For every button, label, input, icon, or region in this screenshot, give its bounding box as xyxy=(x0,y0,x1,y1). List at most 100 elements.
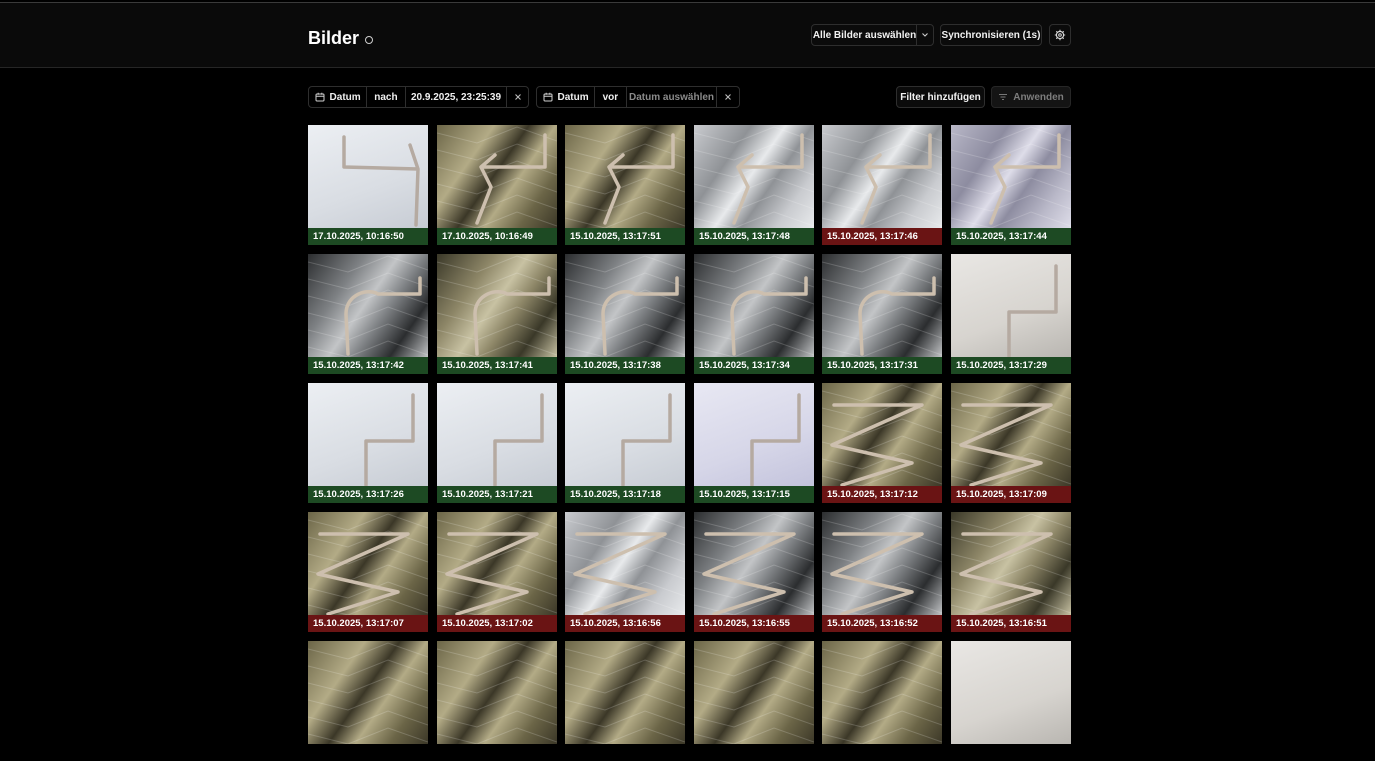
image-timestamp-label: 15.10.2025, 13:17:44 xyxy=(951,228,1071,245)
image-card[interactable]: 15.10.2025, 13:16:56 xyxy=(565,512,685,632)
image-thumbnail[interactable] xyxy=(822,125,942,228)
image-thumbnail[interactable] xyxy=(308,383,428,486)
chevron-down-icon[interactable] xyxy=(920,29,930,41)
select-all-label: Alle Bilder auswählen xyxy=(812,29,917,41)
image-card[interactable]: 15.10.2025, 13:17:38 xyxy=(565,254,685,374)
foil-crease xyxy=(437,710,557,728)
filter-operator-selector[interactable]: nach xyxy=(367,87,406,107)
close-icon xyxy=(725,94,732,100)
image-thumbnail[interactable] xyxy=(694,383,814,486)
image-thumbnail[interactable] xyxy=(822,512,942,615)
foil-crease xyxy=(565,659,685,677)
image-thumbnail[interactable] xyxy=(565,383,685,486)
calendar-icon xyxy=(315,92,325,102)
image-thumbnail[interactable] xyxy=(694,125,814,228)
image-card[interactable] xyxy=(822,641,942,761)
image-thumbnail[interactable] xyxy=(694,512,814,615)
foil-crease xyxy=(565,727,685,744)
image-thumbnail[interactable] xyxy=(951,641,1071,744)
filter-date-picker[interactable]: Datum auswählen xyxy=(627,87,718,107)
thumbnail-graphic xyxy=(822,384,942,486)
add-filter-button[interactable]: Filter hinzufügen xyxy=(896,86,985,108)
foil-crease xyxy=(822,435,942,453)
image-card[interactable]: 15.10.2025, 13:17:18 xyxy=(565,383,685,503)
image-card[interactable]: 15.10.2025, 13:17:31 xyxy=(822,254,942,374)
image-card[interactable]: 15.10.2025, 13:17:02 xyxy=(437,512,557,632)
image-card[interactable]: 15.10.2025, 13:17:46 xyxy=(822,125,942,245)
image-thumbnail[interactable] xyxy=(565,254,685,357)
image-thumbnail[interactable] xyxy=(565,641,685,744)
remove-filter-button[interactable] xyxy=(717,87,739,107)
foil-crease xyxy=(437,727,557,744)
thumbnail-graphic xyxy=(694,642,814,744)
thumbnail-graphic xyxy=(308,642,428,744)
image-thumbnail[interactable] xyxy=(565,512,685,615)
image-thumbnail[interactable] xyxy=(951,512,1071,615)
image-thumbnail[interactable] xyxy=(308,512,428,615)
image-card[interactable] xyxy=(308,641,428,761)
image-thumbnail[interactable] xyxy=(822,383,942,486)
image-card[interactable]: 15.10.2025, 13:16:52 xyxy=(822,512,942,632)
image-card[interactable] xyxy=(694,641,814,761)
sync-button[interactable]: Synchronisieren (1s) xyxy=(940,24,1042,46)
image-thumbnail[interactable] xyxy=(308,125,428,228)
foil-crease xyxy=(694,659,814,677)
image-card[interactable]: 15.10.2025, 13:17:15 xyxy=(694,383,814,503)
apply-filters-button[interactable]: Anwenden xyxy=(991,86,1071,108)
drawn-stroke xyxy=(959,532,1053,615)
image-card[interactable]: 17.10.2025, 10:16:49 xyxy=(437,125,557,245)
image-card[interactable]: 15.10.2025, 13:17:48 xyxy=(694,125,814,245)
drawn-stroke xyxy=(830,532,924,615)
image-thumbnail[interactable] xyxy=(822,641,942,744)
image-thumbnail[interactable] xyxy=(694,641,814,744)
filter-operator-label: nach xyxy=(374,91,398,103)
image-thumbnail[interactable] xyxy=(951,383,1071,486)
image-thumbnail[interactable] xyxy=(822,254,942,357)
image-thumbnail[interactable] xyxy=(308,254,428,357)
select-all-button[interactable]: Alle Bilder auswählen xyxy=(811,24,934,46)
filter-operator-selector[interactable]: vor xyxy=(595,87,627,107)
foil-crease xyxy=(951,435,1071,453)
foil-crease xyxy=(694,564,814,582)
image-card[interactable]: 15.10.2025, 13:17:34 xyxy=(694,254,814,374)
image-card[interactable] xyxy=(437,641,557,761)
foil-crease xyxy=(822,659,942,677)
image-thumbnail[interactable] xyxy=(437,512,557,615)
image-thumbnail[interactable] xyxy=(565,125,685,228)
foil-crease xyxy=(694,160,814,178)
image-thumbnail[interactable] xyxy=(951,125,1071,228)
image-card[interactable]: 15.10.2025, 13:17:12 xyxy=(822,383,942,503)
image-card[interactable] xyxy=(951,641,1071,761)
image-thumbnail[interactable] xyxy=(437,254,557,357)
image-thumbnail[interactable] xyxy=(308,641,428,744)
image-card[interactable]: 15.10.2025, 13:16:51 xyxy=(951,512,1071,632)
settings-button[interactable] xyxy=(1049,24,1071,46)
date-after-filter: Datum nach 20.9.2025, 23:25:39 xyxy=(308,86,529,108)
image-card[interactable]: 15.10.2025, 13:17:42 xyxy=(308,254,428,374)
image-card[interactable]: 15.10.2025, 13:17:44 xyxy=(951,125,1071,245)
remove-filter-button[interactable] xyxy=(507,87,528,107)
filter-field-selector[interactable]: Datum xyxy=(537,87,596,107)
image-thumbnail[interactable] xyxy=(437,383,557,486)
image-card[interactable]: 15.10.2025, 13:17:51 xyxy=(565,125,685,245)
image-card[interactable]: 17.10.2025, 10:16:50 xyxy=(308,125,428,245)
thumbnail-graphic xyxy=(364,393,415,486)
image-card[interactable]: 15.10.2025, 13:17:29 xyxy=(951,254,1071,374)
thumbnail-graphic xyxy=(342,135,420,227)
image-thumbnail[interactable] xyxy=(437,641,557,744)
foil-crease xyxy=(308,255,428,273)
image-thumbnail[interactable] xyxy=(951,254,1071,357)
image-thumbnail[interactable] xyxy=(694,254,814,357)
image-card[interactable] xyxy=(565,641,685,761)
image-card[interactable]: 15.10.2025, 13:17:21 xyxy=(437,383,557,503)
image-card[interactable]: 15.10.2025, 13:17:07 xyxy=(308,512,428,632)
image-card[interactable]: 15.10.2025, 13:17:26 xyxy=(308,383,428,503)
image-card[interactable]: 15.10.2025, 13:16:55 xyxy=(694,512,814,632)
image-card[interactable]: 15.10.2025, 13:17:41 xyxy=(437,254,557,374)
filter-date-value[interactable]: 20.9.2025, 23:25:39 xyxy=(406,87,508,107)
image-card[interactable]: 15.10.2025, 13:17:09 xyxy=(951,383,1071,503)
foil-crease xyxy=(951,126,1071,144)
image-timestamp-label: 15.10.2025, 13:17:18 xyxy=(565,486,685,503)
image-thumbnail[interactable] xyxy=(437,125,557,228)
filter-field-selector[interactable]: Datum xyxy=(309,87,368,107)
